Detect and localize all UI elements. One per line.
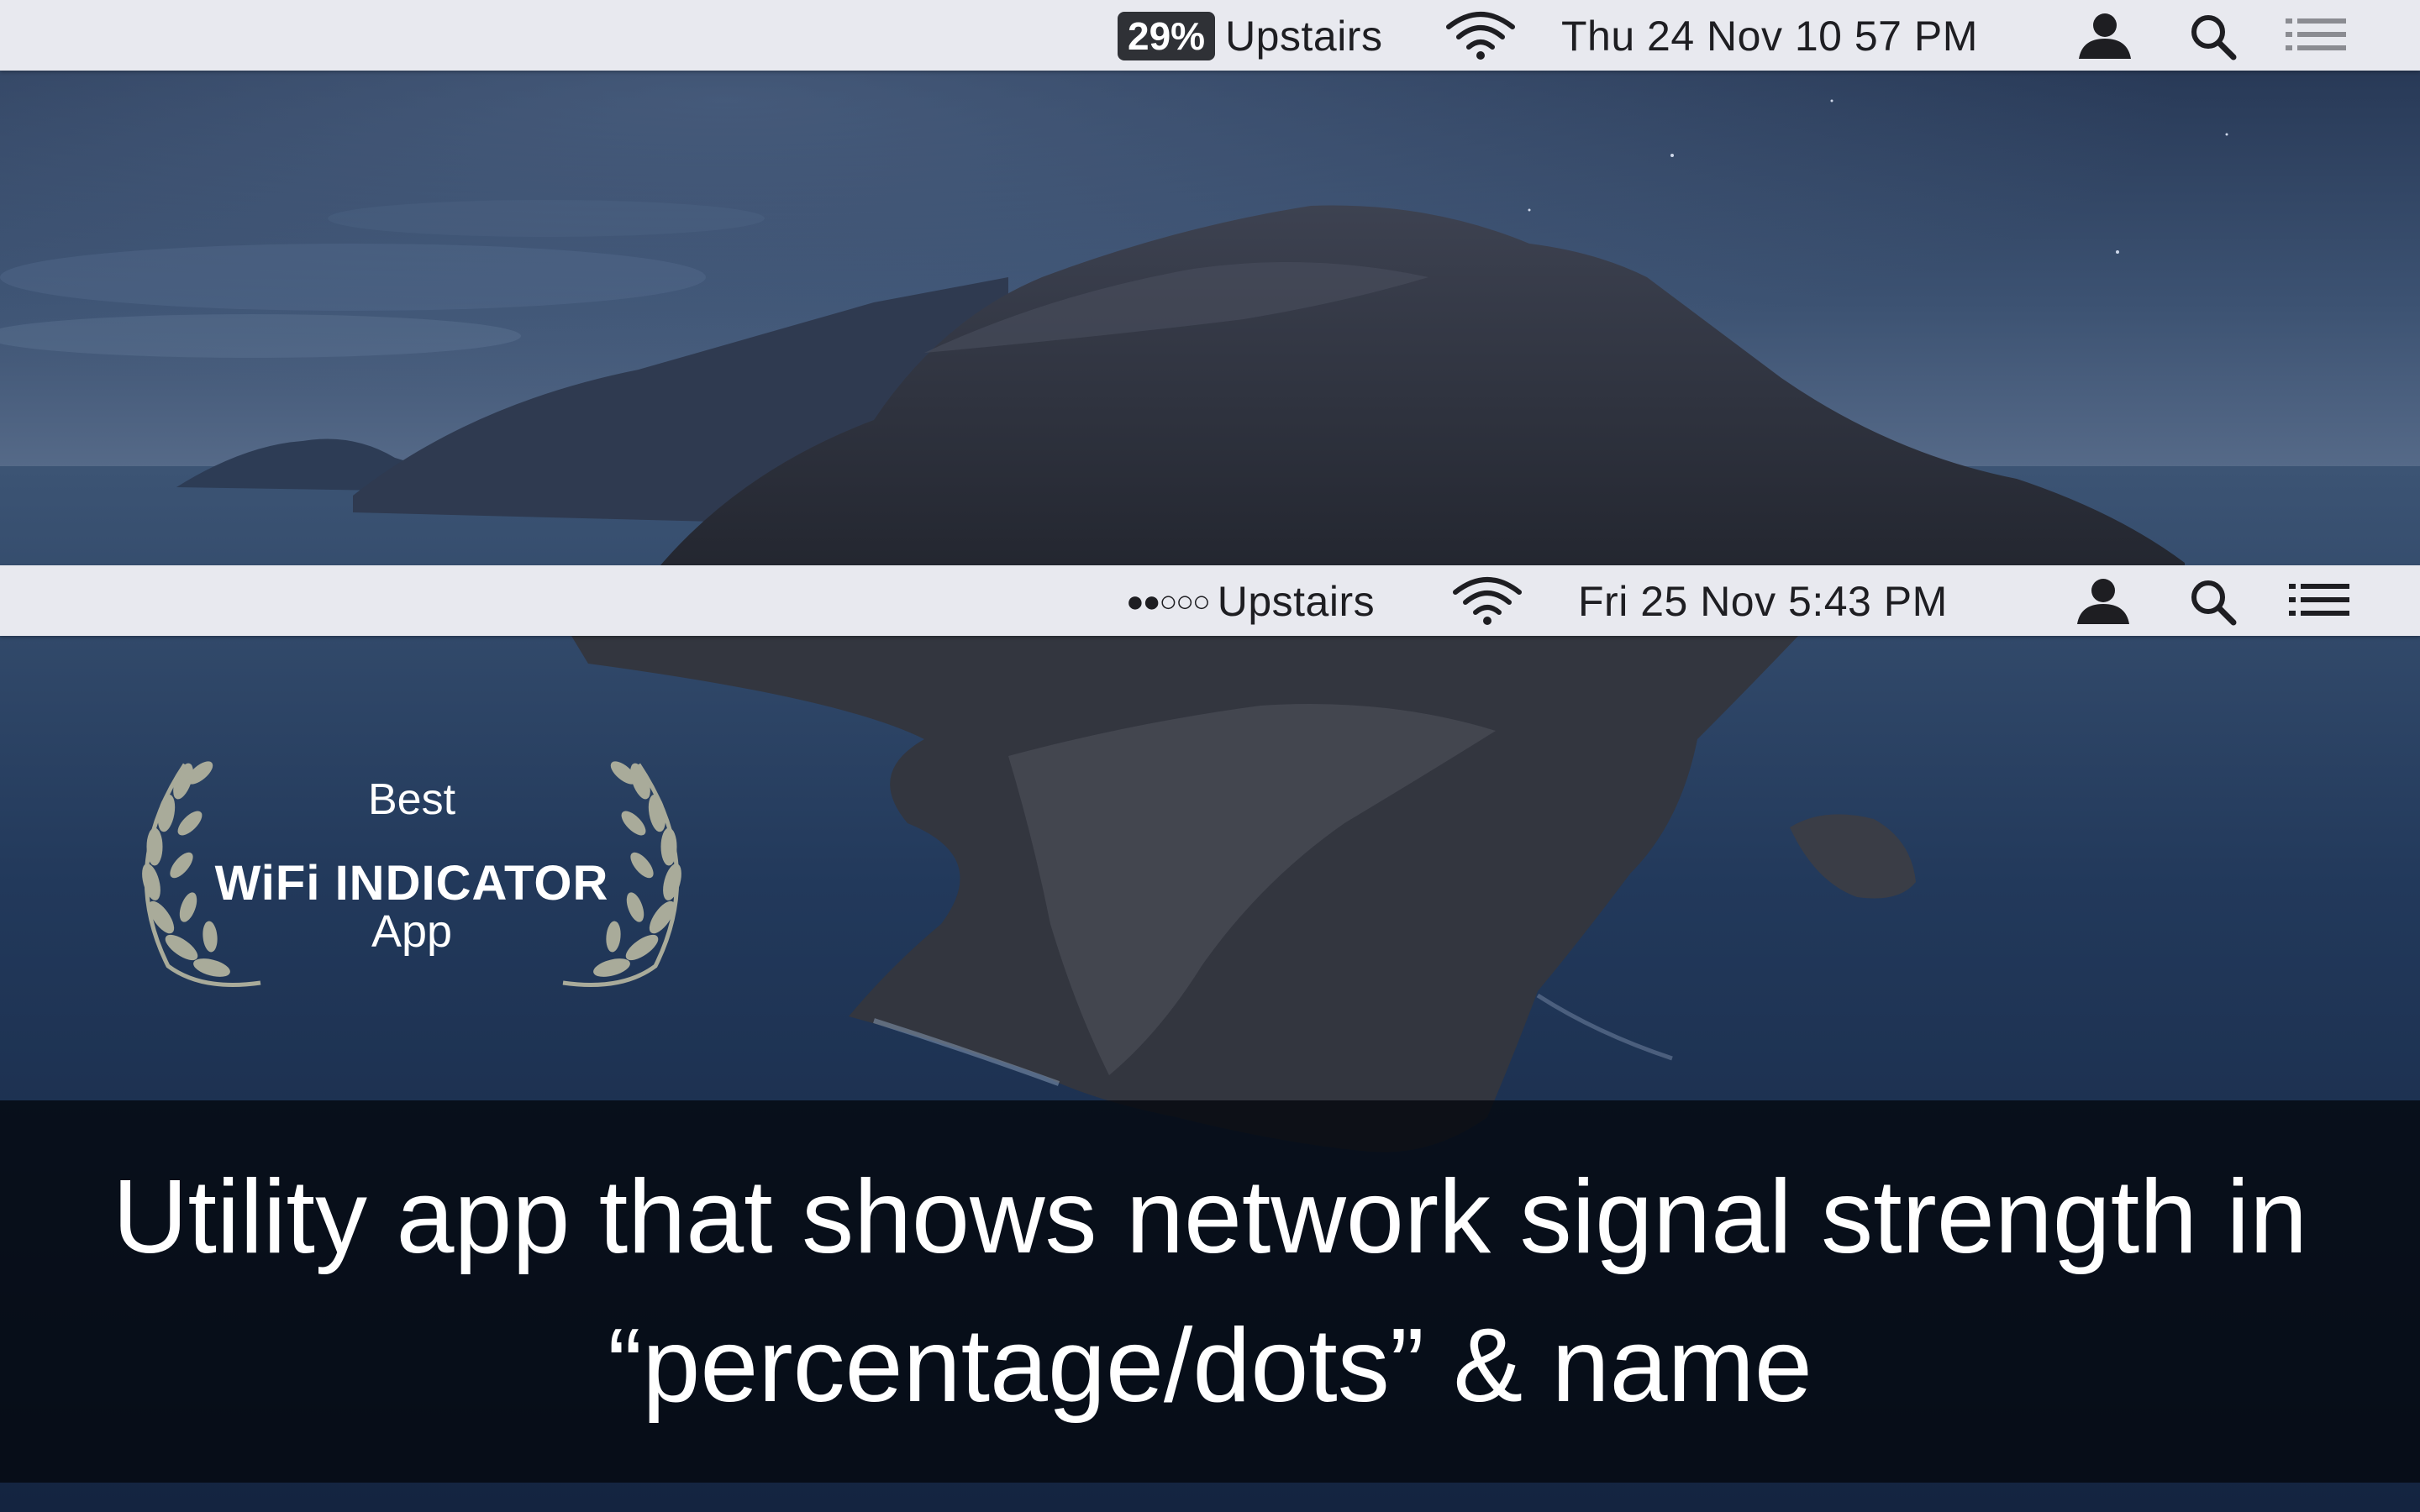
menu-bar-dots-mode: ●●○○○ Upstairs Fri 25 Nov 5:43 PM bbox=[0, 565, 2420, 636]
clock[interactable]: Thu 24 Nov 10 57 PM bbox=[1561, 12, 1978, 60]
caption-line-1: Utility app that shows network signal st… bbox=[112, 1159, 2308, 1275]
wifi-icon[interactable] bbox=[1445, 10, 1516, 60]
search-icon[interactable] bbox=[2188, 12, 2238, 62]
promo-caption: Utility app that shows network signal st… bbox=[0, 1100, 2420, 1483]
notification-center-icon[interactable] bbox=[2287, 580, 2351, 621]
wifi-strength-status-item[interactable]: 29% Upstairs bbox=[1118, 12, 1382, 60]
award-line-title: WiFi INDICATOR bbox=[214, 856, 609, 911]
notification-center-icon[interactable] bbox=[2284, 15, 2348, 55]
award-line-best: Best bbox=[367, 775, 456, 824]
wifi-percentage-badge: 29% bbox=[1118, 12, 1216, 60]
user-icon[interactable] bbox=[2074, 575, 2133, 626]
user-icon[interactable] bbox=[2075, 10, 2134, 60]
award-line-app: App bbox=[371, 906, 453, 957]
clock[interactable]: Fri 25 Nov 5:43 PM bbox=[1578, 577, 1948, 626]
award-badge: Best WiFi INDICATOR App bbox=[118, 748, 706, 1008]
menu-bar-percentage-mode: 29% Upstairs Thu 24 Nov 10 57 PM bbox=[0, 0, 2420, 71]
network-name: Upstairs bbox=[1225, 13, 1383, 60]
wifi-icon[interactable] bbox=[1452, 575, 1523, 626]
wifi-strength-status-item[interactable]: ●●○○○ Upstairs bbox=[1126, 577, 1375, 626]
network-name: Upstairs bbox=[1217, 578, 1376, 625]
caption-line-2: “percentage/dots” & name bbox=[608, 1308, 1812, 1424]
signal-dots: ●●○○○ bbox=[1126, 584, 1211, 618]
search-icon[interactable] bbox=[2188, 577, 2238, 627]
